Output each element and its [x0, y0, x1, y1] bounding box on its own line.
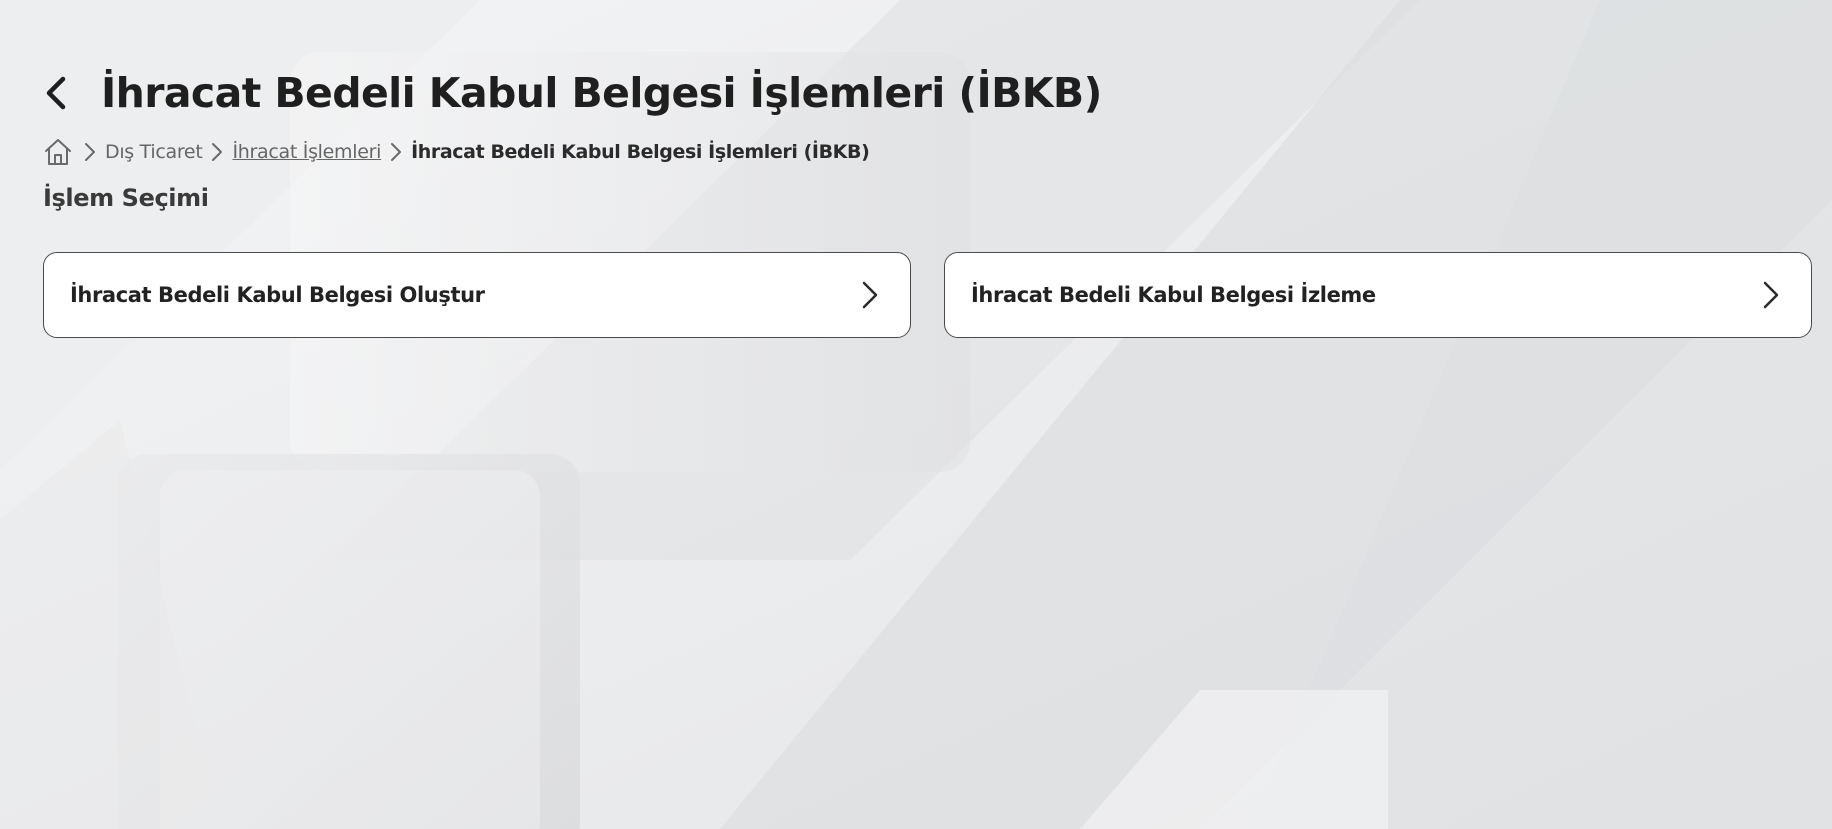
chevron-left-icon	[46, 76, 66, 110]
create-ibkb-card[interactable]: İhracat Bedeli Kabul Belgesi Oluştur	[43, 252, 911, 338]
monitor-ibkb-card[interactable]: İhracat Bedeli Kabul Belgesi İzleme	[944, 252, 1812, 338]
breadcrumb-item-current: İhracat Bedeli Kabul Belgesi İşlemleri (…	[411, 141, 870, 163]
page: İhracat Bedeli Kabul Belgesi İşlemleri (…	[0, 0, 1832, 829]
page-header: İhracat Bedeli Kabul Belgesi İşlemleri (…	[43, 0, 1832, 124]
card-label: İhracat Bedeli Kabul Belgesi İzleme	[971, 283, 1376, 307]
card-label: İhracat Bedeli Kabul Belgesi Oluştur	[70, 283, 485, 307]
chevron-right-icon	[1763, 281, 1779, 309]
breadcrumb: Dış Ticaret İhracat İşlemleri İhracat Be…	[43, 136, 1832, 168]
main-content: İhracat Bedeli Kabul Belgesi İşlemleri (…	[0, 0, 1832, 212]
breadcrumb-item-ihracat-islemleri[interactable]: İhracat İşlemleri	[232, 141, 381, 163]
chevron-right-icon	[212, 143, 223, 161]
card-chevron	[1759, 280, 1783, 310]
breadcrumb-separator	[381, 140, 411, 164]
section-title: İşlem Seçimi	[43, 184, 209, 212]
card-chevron	[858, 280, 882, 310]
breadcrumb-item-dis-ticaret[interactable]: Dış Ticaret	[105, 141, 203, 163]
breadcrumb-home[interactable]	[43, 136, 75, 168]
action-cards: İhracat Bedeli Kabul Belgesi Oluştur İhr…	[43, 252, 1812, 338]
back-button[interactable]	[43, 73, 77, 113]
chevron-right-icon	[862, 281, 878, 309]
breadcrumb-separator	[75, 140, 105, 164]
home-icon	[45, 139, 71, 165]
breadcrumb-separator	[202, 140, 232, 164]
page-title: İhracat Bedeli Kabul Belgesi İşlemleri (…	[101, 69, 1102, 117]
chevron-right-icon	[391, 143, 402, 161]
chevron-right-icon	[85, 143, 95, 161]
